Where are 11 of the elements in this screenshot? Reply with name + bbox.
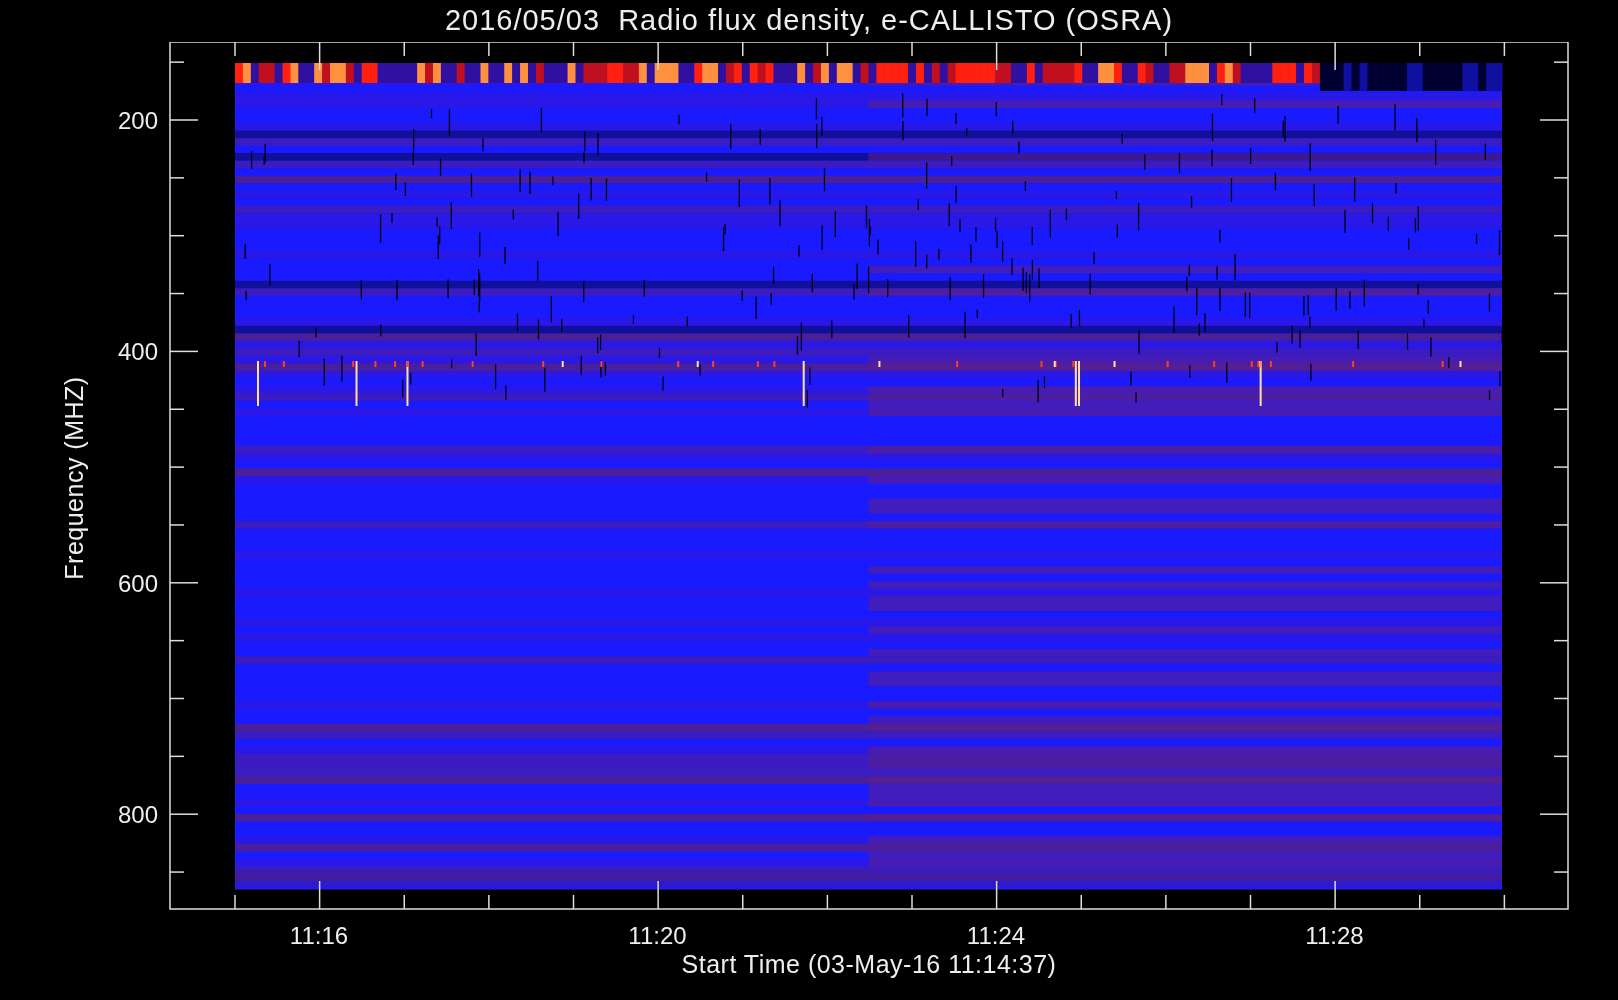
chart-title: 2016/05/03 Radio flux density, e-CALLISTO (OSRA) (444, 6, 1174, 38)
x-tick-label: 11:16 (289, 922, 349, 949)
y-axis-label: Frequency (MHZ) (60, 376, 88, 580)
x-axis-label: Start Time (03-May-16 11:14:37) (681, 950, 1057, 978)
y-tick-label: 400 (117, 338, 158, 366)
x-tick-label: 11:24 (966, 922, 1026, 949)
y-tick-label: 600 (117, 569, 158, 597)
y-tick-label: 200 (117, 107, 158, 134)
x-tick-label: 11:20 (628, 922, 687, 949)
y-tick-label: 800 (117, 801, 158, 829)
x-tick-label: 11:28 (1305, 922, 1364, 949)
